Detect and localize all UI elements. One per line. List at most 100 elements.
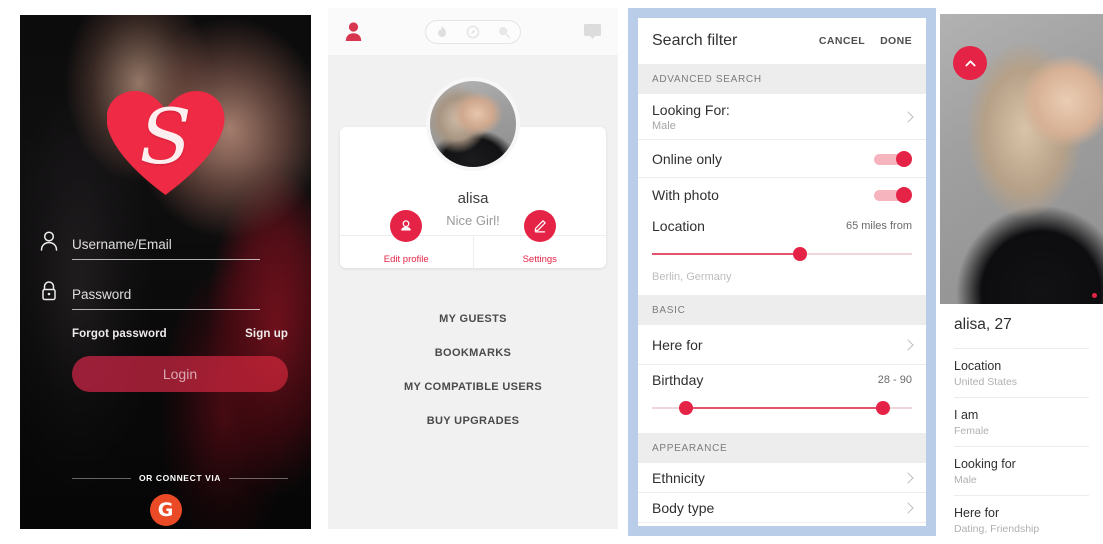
section-heading-advanced-search: ADVANCED SEARCH — [638, 64, 926, 94]
login-button[interactable]: Login — [72, 356, 288, 392]
birthday-range-value: 28 - 90 — [877, 374, 912, 386]
section-heading-appearance: APPEARANCE — [638, 433, 926, 463]
settings-button[interactable]: Settings — [472, 210, 607, 269]
filter-row-ethnicity[interactable]: Ethnicity — [638, 463, 926, 493]
slider-fill — [652, 253, 801, 255]
profile-screen: alisa Nice Girl! Edit profile Settings M… — [328, 8, 618, 529]
ethnicity-label: Ethnicity — [652, 469, 705, 486]
menu-item-my-guests[interactable]: MY GUESTS — [439, 313, 507, 325]
slider-thumb[interactable] — [793, 247, 808, 261]
search-filter-selection-frame: Search filter CANCEL DONE ADVANCED SEARC… — [628, 8, 936, 536]
toggle-knob — [896, 186, 912, 203]
detail-field-looking-for: Looking for Male — [954, 446, 1089, 495]
field-value: United States — [954, 376, 1018, 388]
chevron-right-icon — [902, 110, 914, 123]
field-value: Male — [954, 474, 977, 486]
mode-segmented-control[interactable] — [425, 19, 521, 44]
profile-name: alisa — [457, 190, 489, 207]
done-button[interactable]: DONE — [880, 35, 912, 47]
filter-row-body-type[interactable]: Body type — [638, 493, 926, 523]
connect-via-divider: OR CONNECT VIA — [72, 473, 289, 483]
profile-detail-screen: alisa, 27 Location United States I am Fe… — [940, 14, 1103, 544]
person-icon — [39, 230, 59, 252]
looking-for-label: Looking For: — [652, 101, 730, 118]
collapse-button[interactable] — [953, 46, 987, 80]
person-badge-icon — [390, 210, 423, 242]
location-label: Location — [652, 218, 705, 234]
avatar-icon[interactable] — [344, 21, 363, 42]
chevron-up-icon — [964, 59, 976, 66]
cancel-button[interactable]: CANCEL — [819, 35, 865, 47]
profile-menu-list: MY GUESTS BOOKMARKS MY COMPATIBLE USERS … — [328, 313, 618, 427]
with-photo-label: With photo — [652, 186, 719, 203]
profile-card-actions: Edit profile Settings — [340, 210, 607, 269]
slider-thumb-high[interactable] — [876, 401, 891, 415]
search-icon[interactable] — [497, 25, 511, 39]
detail-field-here-for: Here for Dating, Friendship — [954, 495, 1089, 544]
flame-icon[interactable] — [435, 25, 449, 39]
profile-body: alisa Nice Girl! Edit profile Settings M… — [328, 55, 618, 529]
edit-profile-button[interactable]: Edit profile — [340, 210, 473, 269]
location-city-value: Berlin, Germany — [638, 267, 926, 295]
menu-item-my-compatible-users[interactable]: MY COMPATIBLE USERS — [404, 381, 542, 393]
app-logo-heart-icon: S — [107, 91, 225, 195]
chevron-right-icon — [902, 338, 914, 351]
divider-line-right — [229, 477, 289, 479]
field-label: I am — [954, 408, 979, 422]
filter-row-online-only[interactable]: Online only — [638, 140, 926, 178]
filter-row-looking-for[interactable]: Looking For: Male — [638, 94, 926, 140]
online-only-toggle[interactable] — [874, 150, 912, 167]
password-input[interactable] — [72, 287, 260, 310]
online-only-label: Online only — [652, 150, 723, 167]
username-field-row — [40, 231, 260, 260]
menu-item-bookmarks[interactable]: BOOKMARKS — [435, 347, 511, 359]
detail-field-location: Location United States — [954, 348, 1089, 397]
signup-link[interactable]: Sign up — [245, 328, 288, 340]
here-for-label: Here for — [652, 336, 703, 353]
profile-tagline: Nice Girl! — [446, 213, 500, 228]
password-field-row — [42, 281, 260, 310]
filter-header: Search filter CANCEL DONE — [638, 18, 926, 64]
profile-avatar[interactable] — [426, 77, 520, 171]
chevron-right-icon — [902, 501, 914, 514]
field-value: Dating, Friendship — [954, 523, 1040, 535]
filter-row-location: Location 65 miles from — [638, 211, 926, 241]
field-value: Female — [954, 425, 990, 437]
birthday-label: Birthday — [652, 372, 704, 388]
filter-row-here-for[interactable]: Here for — [638, 325, 926, 365]
detail-name-age: alisa, 27 — [954, 316, 1012, 333]
google-signin-button[interactable]: G — [149, 494, 182, 526]
with-photo-toggle[interactable] — [874, 186, 912, 203]
filter-header-actions: CANCEL DONE — [819, 35, 912, 47]
slider-fill — [685, 407, 884, 409]
pencil-icon — [523, 210, 556, 242]
username-input[interactable] — [72, 237, 260, 260]
filter-row-hair-color[interactable]: Hair color — [638, 523, 926, 526]
connect-via-label: OR CONNECT VIA — [138, 473, 222, 483]
detail-field-i-am: I am Female — [954, 397, 1089, 446]
edit-profile-label: Edit profile — [383, 254, 429, 265]
filter-title: Search filter — [652, 32, 738, 49]
login-links-row: Forgot password Sign up — [72, 328, 288, 340]
field-label: Looking for — [954, 457, 1016, 471]
logo-letter: S — [139, 92, 192, 181]
toggle-knob — [896, 150, 912, 167]
location-slider[interactable] — [652, 241, 912, 267]
filter-row-with-photo[interactable]: With photo — [638, 178, 926, 211]
looking-for-value: Male — [652, 119, 676, 132]
google-icon: G — [157, 499, 174, 521]
detail-field-list: Location United States I am Female Looki… — [954, 348, 1089, 544]
login-screen: S Username/Email Forgot password Sign up… — [20, 15, 311, 529]
photo-indicator-dot — [1092, 293, 1097, 298]
field-label: Here for — [954, 506, 1000, 520]
compass-icon[interactable] — [466, 25, 480, 39]
settings-label: Settings — [522, 254, 557, 265]
birthday-range-slider[interactable] — [652, 395, 912, 421]
slider-thumb-low[interactable] — [678, 401, 693, 415]
profile-topbar — [328, 8, 618, 55]
location-distance-value: 65 miles from — [845, 220, 912, 232]
menu-item-buy-upgrades[interactable]: BUY UPGRADES — [427, 415, 520, 427]
filter-row-birthday: Birthday 28 - 90 — [638, 365, 926, 395]
chat-bubble-icon[interactable] — [583, 23, 602, 40]
forgot-password-link[interactable]: Forgot password — [72, 328, 167, 340]
